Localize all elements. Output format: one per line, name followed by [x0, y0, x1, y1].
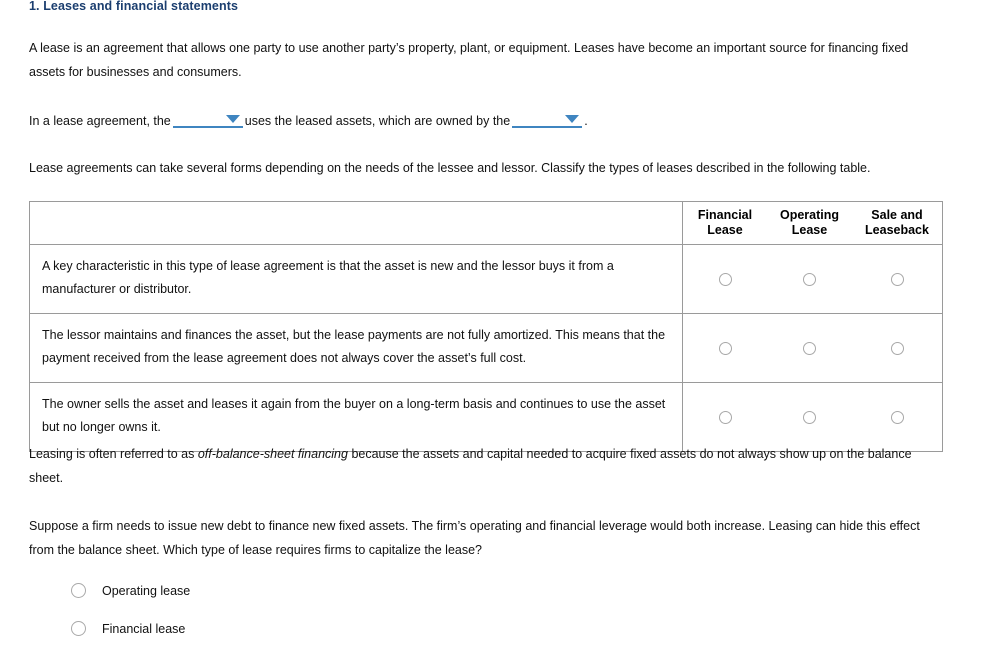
table-intro-paragraph: Lease agreements can take several forms … [29, 161, 871, 175]
column-header-description [29, 201, 683, 245]
cell-financial-lease[interactable] [682, 382, 767, 452]
off-balance-sheet-paragraph: Leasing is often referred to as off-bala… [29, 443, 945, 490]
answer-choice-list: Operating lease Financial lease [71, 581, 190, 657]
cell-sale-and-leaseback[interactable] [852, 382, 943, 452]
answer-choice-financial-lease[interactable]: Financial lease [71, 619, 190, 638]
lessor-dropdown[interactable] [512, 109, 583, 128]
column-header-financial-lease-line1: Financial [697, 208, 753, 222]
cell-operating-lease[interactable] [767, 313, 852, 383]
table-body: A key characteristic in this type of lea… [29, 244, 943, 452]
cell-operating-lease[interactable] [767, 382, 852, 452]
answer-choice-operating-lease[interactable]: Operating lease [71, 581, 190, 600]
column-header-financial-lease-line2: Lease [707, 223, 743, 237]
radio-operating-lease[interactable] [71, 583, 86, 598]
classification-table-wrapper: Financial Lease Operating Lease Sale and… [29, 201, 943, 452]
column-header-operating-lease: Operating Lease [767, 201, 852, 245]
sentence-part-1: In a lease agreement, the [29, 114, 171, 128]
cell-operating-lease[interactable] [767, 244, 852, 314]
answer-choice-label: Operating lease [102, 583, 191, 598]
cell-financial-lease[interactable] [682, 313, 767, 383]
radio-operating-lease-row-3[interactable] [803, 411, 816, 425]
radio-sale-and-leaseback-row-3[interactable] [890, 411, 904, 425]
cell-sale-and-leaseback[interactable] [852, 244, 943, 314]
cell-financial-lease[interactable] [682, 244, 767, 314]
cell-sale-and-leaseback[interactable] [852, 313, 943, 383]
table-header-row: Financial Lease Operating Lease Sale and… [29, 201, 943, 245]
radio-financial-lease-row-1[interactable] [718, 273, 732, 287]
off-balance-sheet-financing-emphasis: off-balance-sheet financing [197, 447, 348, 461]
column-header-sale-and-leaseback: Sale and Leaseback [852, 201, 943, 245]
answer-choice-label: Financial lease [102, 621, 186, 636]
off-balance-prefix: Leasing is often referred to as [29, 447, 198, 461]
fill-in-sentence: In a lease agreement, the uses the leased… [29, 109, 959, 131]
column-header-sale-and-leaseback-line2: Leaseback [865, 223, 929, 237]
question-paragraph: Suppose a firm needs to issue new debt t… [29, 519, 920, 557]
sentence-part-3: . [584, 114, 588, 128]
radio-financial-lease[interactable] [71, 621, 86, 636]
table-row: The lessor maintains and finances the as… [29, 313, 943, 383]
column-header-sale-and-leaseback-line1: Sale and [871, 208, 923, 222]
row-description: A key characteristic in this type of lea… [29, 244, 683, 314]
page-title: 1. Leases and financial statements [29, 0, 239, 13]
radio-operating-lease-row-1[interactable] [803, 273, 816, 287]
radio-financial-lease-row-3[interactable] [718, 411, 732, 425]
radio-operating-lease-row-2[interactable] [803, 342, 816, 356]
sentence-part-2: uses the leased assets, which are owned … [244, 114, 511, 128]
lessee-dropdown[interactable] [172, 109, 243, 128]
column-header-operating-lease-line2: Lease [791, 223, 828, 237]
column-header-financial-lease: Financial Lease [682, 201, 767, 245]
column-header-operating-lease-line1: Operating [779, 208, 840, 222]
intro-paragraph: A lease is an agreement that allows one … [29, 41, 909, 79]
row-description: The owner sells the asset and leases it … [29, 382, 683, 452]
chevron-down-icon [565, 115, 580, 123]
table-row: The owner sells the asset and leases it … [29, 382, 943, 452]
radio-sale-and-leaseback-row-1[interactable] [890, 273, 904, 287]
table-header: Financial Lease Operating Lease Sale and… [29, 201, 943, 245]
radio-sale-and-leaseback-row-2[interactable] [890, 342, 904, 356]
table-row: A key characteristic in this type of lea… [29, 244, 943, 314]
question-page: 1. Leases and financial statements A lea… [0, 0, 1002, 652]
chevron-down-icon [225, 115, 240, 123]
row-description: The lessor maintains and finances the as… [29, 313, 683, 383]
classification-table: Financial Lease Operating Lease Sale and… [29, 201, 943, 452]
radio-financial-lease-row-2[interactable] [718, 342, 732, 356]
